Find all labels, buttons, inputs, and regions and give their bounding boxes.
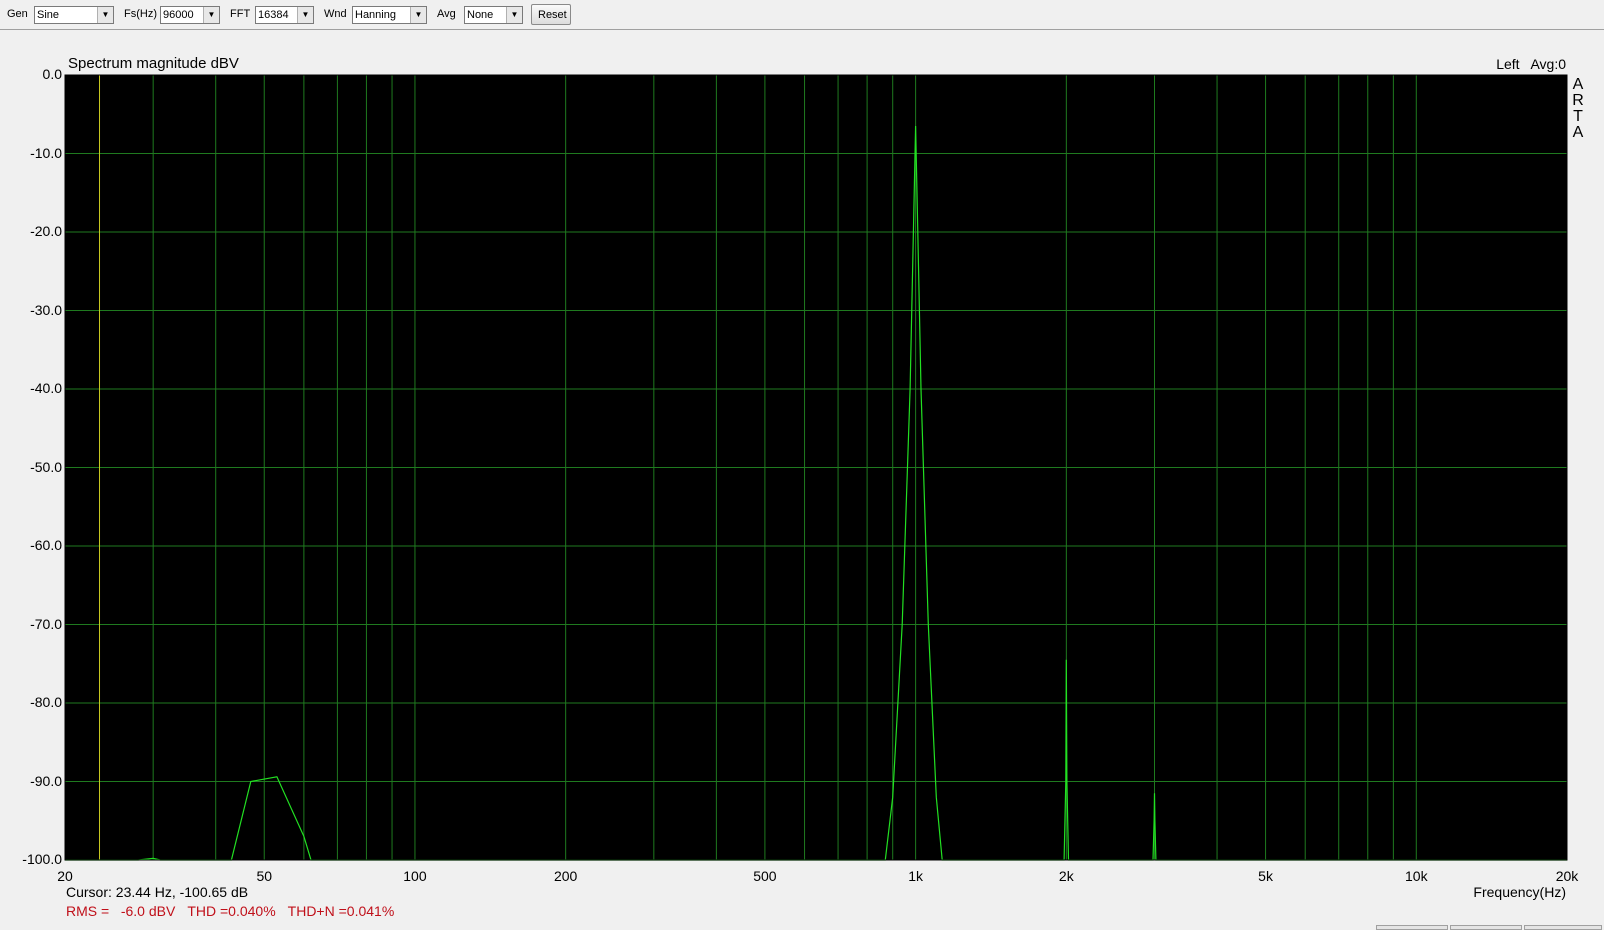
- x-tick-label: 100: [403, 868, 427, 884]
- y-tick-label: -40.0: [30, 380, 62, 396]
- y-tick-label: -10.0: [30, 144, 62, 161]
- y-tick-label: -90.0: [30, 772, 62, 789]
- cursor-readout: Cursor: 23.44 Hz, -100.65 dB: [66, 884, 249, 900]
- x-tick-label: 20k: [1555, 868, 1579, 884]
- status-panel: [1524, 925, 1602, 930]
- x-tick-label: 200: [553, 868, 578, 884]
- rms-value: RMS = -6.0 dBV: [66, 903, 176, 919]
- spectrum-plot[interactable]: [0, 0, 1604, 930]
- y-tick-label: 0.0: [42, 66, 62, 82]
- measurement-readout: RMS = -6.0 dBV THD =0.040% THD+N =0.041%: [66, 903, 406, 919]
- y-tick-label: -70.0: [30, 615, 62, 632]
- thd-value: THD =0.040%: [187, 903, 276, 919]
- x-axis-title: Frequency(Hz): [1473, 884, 1566, 900]
- thdn-value: THD+N =0.041%: [287, 903, 395, 919]
- x-tick-label: 500: [753, 868, 777, 884]
- x-tick-label: 5k: [1258, 868, 1273, 884]
- y-tick-label: -80.0: [30, 694, 62, 710]
- y-tick-label: -30.0: [30, 301, 62, 318]
- y-tick-label: -100.0: [22, 851, 62, 867]
- y-tick-label: -50.0: [30, 458, 62, 475]
- x-tick-label: 1k: [908, 868, 924, 884]
- status-panel: [1376, 925, 1448, 930]
- x-tick-label: 20: [57, 868, 73, 884]
- x-tick-label: 2k: [1058, 868, 1074, 884]
- y-tick-label: -20.0: [30, 223, 62, 239]
- x-tick-label: 10k: [1404, 868, 1428, 884]
- x-tick-label: 50: [256, 868, 273, 884]
- status-panel: [1450, 925, 1522, 930]
- y-tick-label: -60.0: [30, 537, 62, 553]
